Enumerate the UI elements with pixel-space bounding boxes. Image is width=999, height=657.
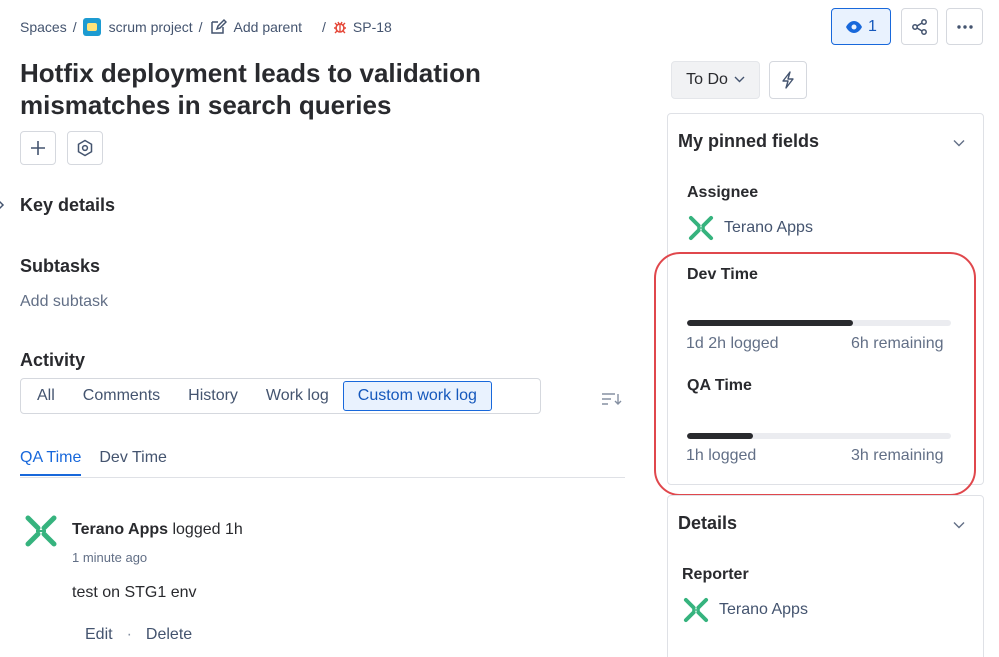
edit-button[interactable]: Edit bbox=[85, 626, 113, 644]
automation-button[interactable] bbox=[769, 61, 807, 99]
pinned-fields-heading[interactable]: My pinned fields bbox=[678, 131, 819, 152]
chevron-down-icon[interactable] bbox=[953, 136, 965, 150]
share-icon bbox=[911, 18, 927, 35]
tab-work-log[interactable]: Work log bbox=[252, 381, 343, 411]
status-label: To Do bbox=[686, 71, 728, 88]
tab-history[interactable]: History bbox=[174, 381, 252, 411]
assignee-label: Assignee bbox=[687, 184, 759, 201]
assignee-value[interactable]: Terano Apps bbox=[724, 219, 813, 237]
tab-dev-time[interactable]: Dev Time bbox=[99, 449, 167, 476]
chevron-right-icon[interactable] bbox=[0, 198, 6, 215]
tab-all[interactable]: All bbox=[23, 381, 69, 411]
more-button[interactable] bbox=[946, 8, 983, 45]
more-icon bbox=[956, 24, 973, 29]
plus-icon bbox=[31, 141, 45, 155]
edit-icon bbox=[209, 18, 227, 36]
share-button[interactable] bbox=[901, 8, 938, 45]
watch-count: 1 bbox=[868, 17, 877, 35]
watch-button[interactable]: 1 bbox=[831, 8, 891, 45]
actions-separator: · bbox=[126, 626, 132, 643]
divider bbox=[20, 477, 625, 478]
worklog-type-tabs: QA Time Dev Time bbox=[20, 449, 185, 476]
status-dropdown[interactable]: To Do bbox=[671, 61, 760, 99]
log-entry-text: test on STG1 env bbox=[72, 584, 197, 601]
terano-logo-avatar bbox=[687, 214, 715, 247]
apps-button[interactable] bbox=[67, 131, 103, 165]
reporter-value[interactable]: Terano Apps bbox=[719, 601, 808, 619]
log-entry-header: Terano Apps logged 1h bbox=[72, 521, 243, 539]
hexagon-settings-icon bbox=[77, 139, 93, 157]
log-entry-time: 1 minute ago bbox=[72, 550, 148, 565]
details-heading[interactable]: Details bbox=[678, 513, 737, 534]
bug-icon bbox=[332, 19, 348, 35]
tab-comments[interactable]: Comments bbox=[69, 381, 174, 411]
lightning-icon bbox=[782, 71, 794, 89]
terano-logo-avatar bbox=[682, 596, 710, 629]
add-button[interactable] bbox=[20, 131, 56, 165]
breadcrumb: Spaces / scrum project / Add parent / SP… bbox=[20, 18, 392, 36]
delete-button[interactable]: Delete bbox=[146, 626, 192, 644]
key-details-heading[interactable]: Key details bbox=[20, 195, 115, 216]
chevron-down-icon[interactable] bbox=[953, 518, 965, 532]
issue-key-link[interactable]: SP-18 bbox=[353, 19, 392, 35]
activity-tabs: All Comments History Work log Custom wor… bbox=[20, 378, 541, 414]
breadcrumb-project[interactable]: scrum project bbox=[109, 19, 193, 35]
reporter-label: Reporter bbox=[682, 566, 749, 583]
log-entry-actions: Edit · Delete bbox=[85, 626, 192, 644]
tab-qa-time[interactable]: QA Time bbox=[20, 449, 82, 476]
add-subtask-link[interactable]: Add subtask bbox=[20, 293, 108, 311]
add-parent-link[interactable]: Add parent bbox=[234, 19, 303, 35]
eye-icon bbox=[846, 20, 863, 33]
chevron-down-icon bbox=[734, 74, 745, 86]
terano-logo-avatar[interactable] bbox=[23, 513, 59, 554]
project-icon bbox=[82, 18, 101, 36]
page-title[interactable]: Hotfix deployment leads to validation mi… bbox=[20, 57, 580, 121]
log-entry-action: logged 1h bbox=[172, 521, 243, 538]
sort-icon[interactable] bbox=[601, 390, 623, 413]
activity-heading: Activity bbox=[20, 350, 86, 370]
log-entry-user[interactable]: Terano Apps bbox=[72, 521, 168, 538]
breadcrumb-spaces[interactable]: Spaces bbox=[20, 19, 67, 35]
tab-custom-work-log[interactable]: Custom work log bbox=[342, 381, 492, 411]
highlight-annotation bbox=[654, 252, 976, 496]
subtasks-heading: Subtasks bbox=[20, 256, 101, 276]
